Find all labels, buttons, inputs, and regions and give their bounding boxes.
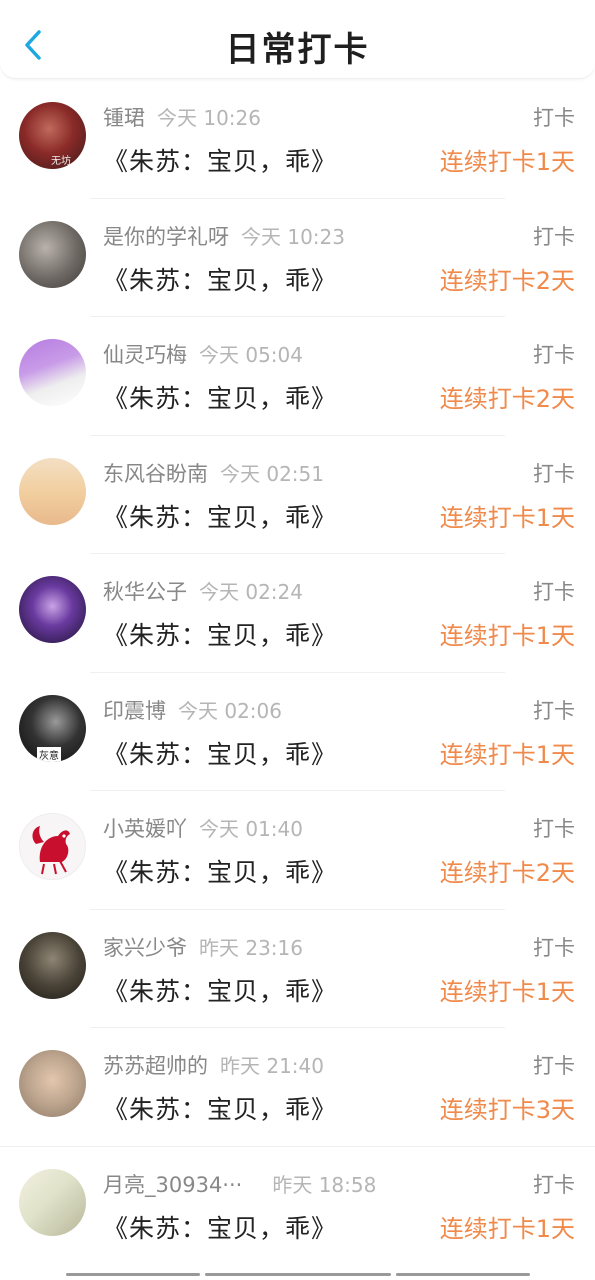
checkin-label: 打卡	[533, 817, 575, 841]
bottom-indicator	[0, 1273, 595, 1277]
user-name[interactable]: 东风谷盼南	[103, 462, 208, 486]
indicator-segment	[396, 1273, 530, 1276]
checkin-content[interactable]: 《朱苏：宝贝，乖》	[103, 261, 337, 297]
checkin-label: 打卡	[533, 935, 575, 960]
user-name[interactable]: 是你的学礼呀	[103, 225, 229, 249]
user-name[interactable]: 小英媛吖	[103, 817, 187, 841]
streak-badge: 连续打卡1天	[439, 503, 575, 532]
checkin-content[interactable]: 《朱苏：宝贝，乖》	[103, 972, 337, 1008]
user-name[interactable]: 苏苏超帅的	[103, 1054, 208, 1078]
avatar[interactable]	[19, 457, 86, 525]
post-time: 今天 02:24	[199, 580, 303, 604]
page-title: 日常打卡	[225, 30, 370, 70]
streak-badge: 连续打卡1天	[439, 1214, 575, 1243]
checkin-content[interactable]: 《朱苏：宝贝，乖》	[103, 1209, 337, 1245]
list-item[interactable]: 家兴少爷 昨天 23:16 打卡 《朱苏：宝贝，乖》 连续打卡1天	[0, 910, 595, 1028]
checkin-list: 无坊 锺珺 今天 10:26 打卡 《朱苏：宝贝，乖》 连续打卡1天 是你的学礼呀…	[0, 80, 595, 1265]
avatar[interactable]	[19, 220, 86, 288]
list-item[interactable]: 苏苏超帅的 昨天 21:40 打卡 《朱苏：宝贝，乖》 连续打卡3天	[0, 1028, 595, 1147]
streak-badge: 连续打卡1天	[439, 977, 575, 1006]
nav-bar: 日常打卡	[0, 0, 595, 79]
post-time: 昨天 23:16	[199, 935, 303, 960]
checkin-content[interactable]: 《朱苏：宝贝，乖》	[103, 498, 337, 534]
list-item[interactable]: 是你的学礼呀 今天 10:23 打卡 《朱苏：宝贝，乖》 连续打卡2天	[0, 199, 595, 317]
post-time: 今天 02:51	[220, 461, 324, 486]
checkin-content[interactable]: 《朱苏：宝贝，乖》	[103, 735, 337, 771]
avatar[interactable]	[19, 1168, 86, 1236]
checkin-label: 打卡	[533, 106, 575, 130]
checkin-content[interactable]: 《朱苏：宝贝，乖》	[103, 142, 337, 178]
checkin-content[interactable]: 《朱苏：宝贝，乖》	[103, 853, 337, 889]
avatar[interactable]	[19, 813, 86, 880]
list-item[interactable]: 小英媛吖 今天 01:40 打卡 《朱苏：宝贝，乖》 连续打卡2天	[0, 791, 595, 910]
avatar[interactable]: 灰意	[19, 694, 86, 762]
streak-badge: 连续打卡2天	[439, 385, 575, 413]
user-name[interactable]: 锺珺	[103, 106, 145, 130]
avatar[interactable]	[19, 931, 86, 999]
checkin-label: 打卡	[533, 1054, 575, 1078]
checkin-label: 打卡	[533, 580, 575, 604]
checkin-content[interactable]: 《朱苏：宝贝，乖》	[103, 379, 337, 415]
post-time: 今天 10:26	[157, 106, 261, 130]
user-name[interactable]: 印震博	[103, 699, 166, 723]
post-time: 昨天 21:40	[220, 1054, 324, 1078]
avatar[interactable]	[19, 339, 86, 406]
user-name[interactable]: 秋华公子	[103, 580, 187, 604]
post-time: 今天 01:40	[199, 817, 303, 841]
avatar-text: 无坊	[51, 156, 71, 167]
user-name[interactable]: 月亮_30934···	[103, 1173, 242, 1197]
checkin-label: 打卡	[533, 224, 575, 249]
post-time: 今天 05:04	[199, 343, 303, 367]
list-item[interactable]: 仙灵巧梅 今天 05:04 打卡 《朱苏：宝贝，乖》 连续打卡2天	[0, 317, 595, 436]
list-item[interactable]: 灰意 印震博 今天 02:06 打卡 《朱苏：宝贝，乖》 连续打卡1天	[0, 673, 595, 791]
post-time: 昨天 18:58	[272, 1172, 377, 1197]
streak-badge: 连续打卡2天	[439, 859, 575, 887]
user-name[interactable]: 家兴少爷	[103, 936, 187, 960]
indicator-segment	[66, 1273, 200, 1276]
checkin-label: 打卡	[533, 1172, 575, 1197]
user-name[interactable]: 仙灵巧梅	[103, 343, 187, 367]
streak-badge: 连续打卡1天	[439, 740, 575, 769]
streak-badge: 连续打卡3天	[439, 1096, 575, 1124]
streak-badge: 连续打卡1天	[439, 622, 575, 650]
checkin-content[interactable]: 《朱苏：宝贝，乖》	[103, 1090, 337, 1126]
streak-badge: 连续打卡2天	[439, 266, 575, 295]
list-item[interactable]: 东风谷盼南 今天 02:51 打卡 《朱苏：宝贝，乖》 连续打卡1天	[0, 436, 595, 554]
rooster-icon	[32, 826, 70, 875]
avatar[interactable]: 无坊	[19, 102, 86, 169]
checkin-content[interactable]: 《朱苏：宝贝，乖》	[103, 616, 337, 652]
checkin-label: 打卡	[533, 461, 575, 486]
avatar[interactable]	[19, 576, 86, 643]
list-item[interactable]: 月亮_30934··· 昨天 18:58 打卡 《朱苏：宝贝，乖》 连续打卡1天	[0, 1147, 595, 1266]
avatar-text: 灰意	[37, 746, 61, 762]
post-time: 今天 10:23	[241, 224, 345, 249]
indicator-segment	[205, 1273, 391, 1276]
list-item[interactable]: 无坊 锺珺 今天 10:26 打卡 《朱苏：宝贝，乖》 连续打卡1天	[0, 80, 595, 199]
post-time: 今天 02:06	[178, 698, 282, 723]
checkin-label: 打卡	[533, 698, 575, 723]
streak-badge: 连续打卡1天	[439, 148, 575, 176]
checkin-label: 打卡	[533, 343, 575, 367]
list-item[interactable]: 秋华公子 今天 02:24 打卡 《朱苏：宝贝，乖》 连续打卡1天	[0, 554, 595, 673]
avatar[interactable]	[19, 1050, 86, 1117]
